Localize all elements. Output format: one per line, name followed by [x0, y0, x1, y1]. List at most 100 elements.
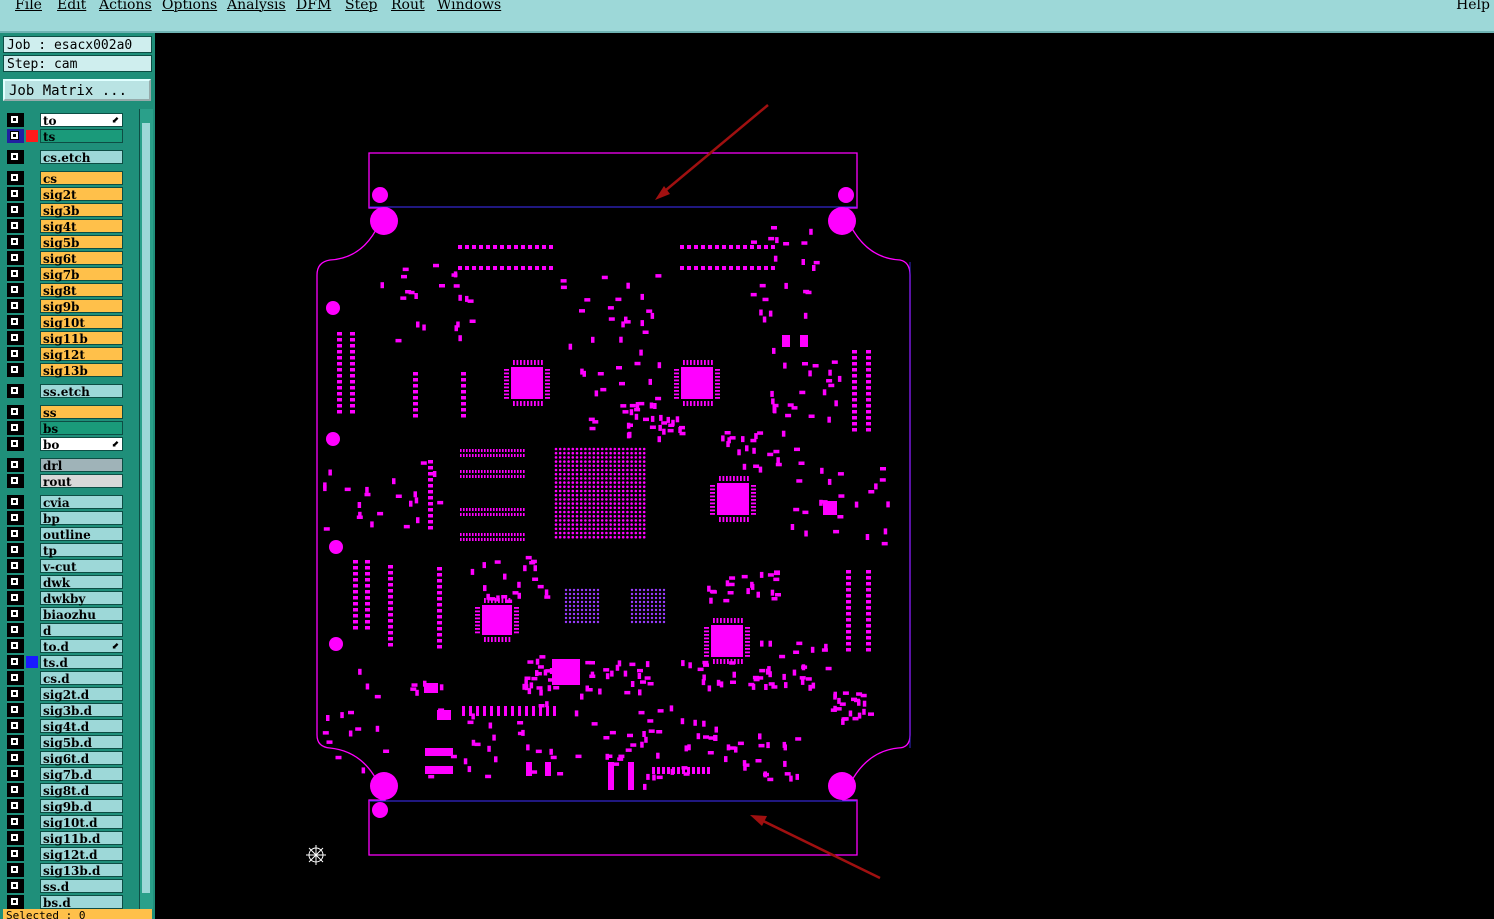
layer-row-ts.d[interactable]: ts.d [4, 655, 128, 670]
layer-checkbox[interactable] [10, 131, 19, 140]
layer-row-sig9b[interactable]: sig9b [4, 299, 128, 314]
layer-checkbox[interactable] [10, 205, 19, 214]
layer-name[interactable]: ts [40, 129, 123, 144]
layer-checkbox[interactable] [10, 253, 19, 262]
layer-name[interactable]: cs.d [40, 671, 123, 686]
layer-checkbox[interactable] [10, 115, 19, 124]
layer-name[interactable]: sig12t.d [40, 847, 123, 862]
layer-name[interactable]: outline [40, 527, 123, 542]
layer-row-sig10t.d[interactable]: sig10t.d [4, 815, 128, 830]
layer-row-bs.d[interactable]: bs.d [4, 895, 128, 910]
layer-row-sig7b.d[interactable]: sig7b.d [4, 767, 128, 782]
menu-step[interactable]: Step [345, 0, 377, 13]
layer-name[interactable]: cvia [40, 495, 123, 510]
layer-checkbox[interactable] [10, 237, 19, 246]
layer-row-to.d[interactable]: to.d ⬋ [4, 639, 128, 654]
layer-checkbox[interactable] [10, 189, 19, 198]
layer-checkbox[interactable] [10, 833, 19, 842]
layer-row-biaozhu[interactable]: biaozhu [4, 607, 128, 622]
layer-name[interactable]: sig13b [40, 363, 123, 378]
layer-name[interactable]: ss [40, 405, 123, 420]
layer-name[interactable]: to ⬋ [40, 113, 123, 128]
layer-row-sig5b[interactable]: sig5b [4, 235, 128, 250]
layer-checkbox[interactable] [10, 721, 19, 730]
layer-name[interactable]: sig11b [40, 331, 123, 346]
layer-checkbox[interactable] [10, 460, 19, 469]
layer-row-tp[interactable]: tp [4, 543, 128, 558]
layer-row-cs.etch[interactable]: cs.etch [4, 150, 128, 165]
layer-checkbox[interactable] [10, 423, 19, 432]
layer-checkbox[interactable] [10, 865, 19, 874]
layer-name[interactable]: sig8t.d [40, 783, 123, 798]
layer-checkbox[interactable] [10, 689, 19, 698]
layer-row-sig7b[interactable]: sig7b [4, 267, 128, 282]
layer-name[interactable]: bp [40, 511, 123, 526]
layer-name[interactable]: sig3b [40, 203, 123, 218]
layer-checkbox[interactable] [10, 897, 19, 906]
layer-row-sig4t.d[interactable]: sig4t.d [4, 719, 128, 734]
layer-row-ts[interactable]: ts [4, 129, 128, 144]
layer-checkbox[interactable] [10, 152, 19, 161]
layer-checkbox[interactable] [10, 881, 19, 890]
layer-row-sig6t.d[interactable]: sig6t.d [4, 751, 128, 766]
layer-row-sig2t[interactable]: sig2t [4, 187, 128, 202]
layer-checkbox[interactable] [10, 545, 19, 554]
layer-checkbox[interactable] [10, 285, 19, 294]
layer-checkbox[interactable] [10, 641, 19, 650]
layer-row-ss.etch[interactable]: ss.etch [4, 384, 128, 399]
layer-checkbox[interactable] [10, 609, 19, 618]
layer-list-scrollbar[interactable] [139, 109, 153, 909]
menu-edit[interactable]: Edit [57, 0, 86, 13]
layer-row-cvia[interactable]: cvia [4, 495, 128, 510]
layer-row-ss.d[interactable]: ss.d [4, 879, 128, 894]
menu-analysis[interactable]: Analysis [227, 0, 286, 13]
layer-name[interactable]: rout [40, 474, 123, 489]
layer-row-sig10t[interactable]: sig10t [4, 315, 128, 330]
layer-checkbox[interactable] [10, 333, 19, 342]
layer-row-sig8t[interactable]: sig8t [4, 283, 128, 298]
layer-checkbox[interactable] [10, 817, 19, 826]
layer-name[interactable]: dwk [40, 575, 123, 590]
layer-row-bp[interactable]: bp [4, 511, 128, 526]
layer-checkbox[interactable] [10, 801, 19, 810]
layer-name[interactable]: sig6t [40, 251, 123, 266]
layer-row-bo[interactable]: bo ⬋ [4, 437, 128, 452]
layer-checkbox[interactable] [10, 625, 19, 634]
layer-row-rout[interactable]: rout [4, 474, 128, 489]
layer-row-sig11b.d[interactable]: sig11b.d [4, 831, 128, 846]
layer-checkbox[interactable] [10, 269, 19, 278]
layer-name[interactable]: cs [40, 171, 123, 186]
layer-name[interactable]: drl [40, 458, 123, 473]
layer-name[interactable]: sig4t.d [40, 719, 123, 734]
layer-row-dwkby[interactable]: dwkby [4, 591, 128, 606]
menu-file[interactable]: File [15, 0, 42, 13]
layer-name[interactable]: sig7b.d [40, 767, 123, 782]
layer-checkbox[interactable] [10, 785, 19, 794]
menu-dfm[interactable]: DFM [296, 0, 331, 13]
layer-row-to[interactable]: to ⬋ [4, 113, 128, 128]
layer-checkbox[interactable] [10, 349, 19, 358]
layer-checkbox[interactable] [10, 849, 19, 858]
layer-checkbox[interactable] [10, 439, 19, 448]
layer-checkbox[interactable] [10, 317, 19, 326]
layer-checkbox[interactable] [10, 529, 19, 538]
layer-name[interactable]: sig12t [40, 347, 123, 362]
menu-windows[interactable]: Windows [437, 0, 501, 13]
layer-row-sig3b[interactable]: sig3b [4, 203, 128, 218]
layer-row-outline[interactable]: outline [4, 527, 128, 542]
job-matrix-button[interactable]: Job Matrix ... [3, 79, 151, 101]
layer-row-sig3b.d[interactable]: sig3b.d [4, 703, 128, 718]
layer-row-sig12t.d[interactable]: sig12t.d [4, 847, 128, 862]
layer-name[interactable]: dwkby [40, 591, 123, 606]
layer-row-sig8t.d[interactable]: sig8t.d [4, 783, 128, 798]
layer-checkbox[interactable] [10, 673, 19, 682]
layer-checkbox[interactable] [10, 593, 19, 602]
graphic-editor-canvas[interactable] [155, 33, 1494, 919]
layer-name[interactable]: sig9b [40, 299, 123, 314]
menu-rout[interactable]: Rout [391, 0, 425, 13]
layer-checkbox[interactable] [10, 657, 19, 666]
layer-name[interactable]: ts.d [40, 655, 123, 670]
layer-name[interactable]: bo ⬋ [40, 437, 123, 452]
layer-checkbox[interactable] [10, 737, 19, 746]
layer-name[interactable]: sig5b [40, 235, 123, 250]
